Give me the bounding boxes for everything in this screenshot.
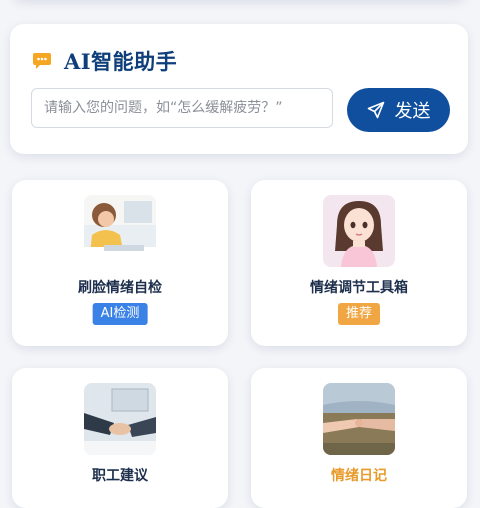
ai-assistant-header: AI智能助手 [32, 46, 177, 76]
send-icon [367, 101, 384, 119]
child-studying-image [84, 195, 156, 267]
feature-emotion-diary[interactable]: 情绪日记 [251, 368, 467, 508]
anime-girl-image [323, 195, 395, 267]
feature-label: 职工建议 [92, 468, 148, 484]
feature-label: 情绪日记 [331, 468, 387, 484]
send-label: 发送 [394, 101, 431, 122]
feature-face-check[interactable]: 刷脸情绪自检 AI检测 [12, 180, 228, 346]
feature-label: 刷脸情绪自检 [78, 280, 162, 296]
send-button[interactable]: 发送 [347, 88, 450, 132]
feature-emotion-toolbox[interactable]: 情绪调节工具箱 推荐 [251, 180, 467, 346]
holding-hands-image [323, 383, 395, 455]
feature-label: 情绪调节工具箱 [310, 280, 408, 296]
question-input[interactable] [31, 88, 333, 128]
recommend-badge: 推荐 [337, 303, 381, 325]
ai-assistant-card: AI智能助手 发送 [10, 24, 468, 154]
feature-employee-suggestions[interactable]: 职工建议 [12, 368, 228, 508]
ai-detect-badge: AI检测 [92, 303, 148, 325]
handshake-image [84, 383, 156, 455]
chat-bubble-icon [33, 53, 51, 69]
ai-assistant-title: AI智能助手 [64, 49, 178, 74]
